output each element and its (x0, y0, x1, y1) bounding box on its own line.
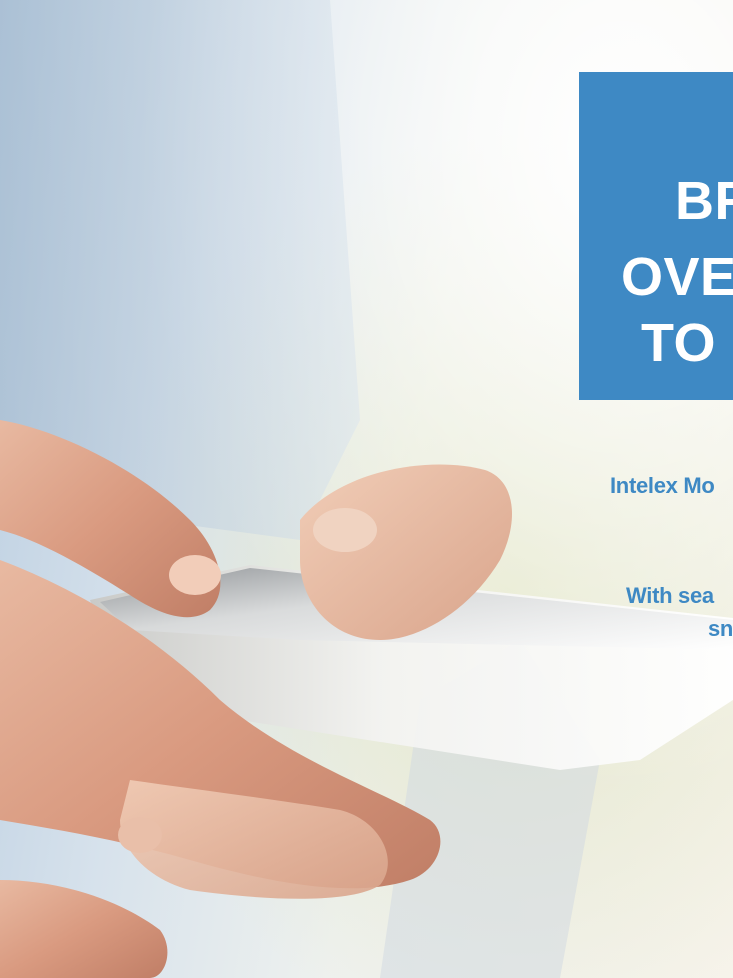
hero-title-line-1: BR (675, 171, 733, 231)
description-text-line-1: With sea (626, 583, 714, 608)
hero-title-line-3: TO (641, 313, 717, 373)
promo-page: BR OVE TO Intelex Mo With sea sn (0, 0, 733, 978)
description-text-line-2: sn (708, 616, 733, 641)
hero-title-line-2: OVE (621, 247, 733, 307)
tagline-text: Intelex Mo (610, 473, 715, 498)
hero-title-panel: BR OVE TO (579, 72, 733, 400)
